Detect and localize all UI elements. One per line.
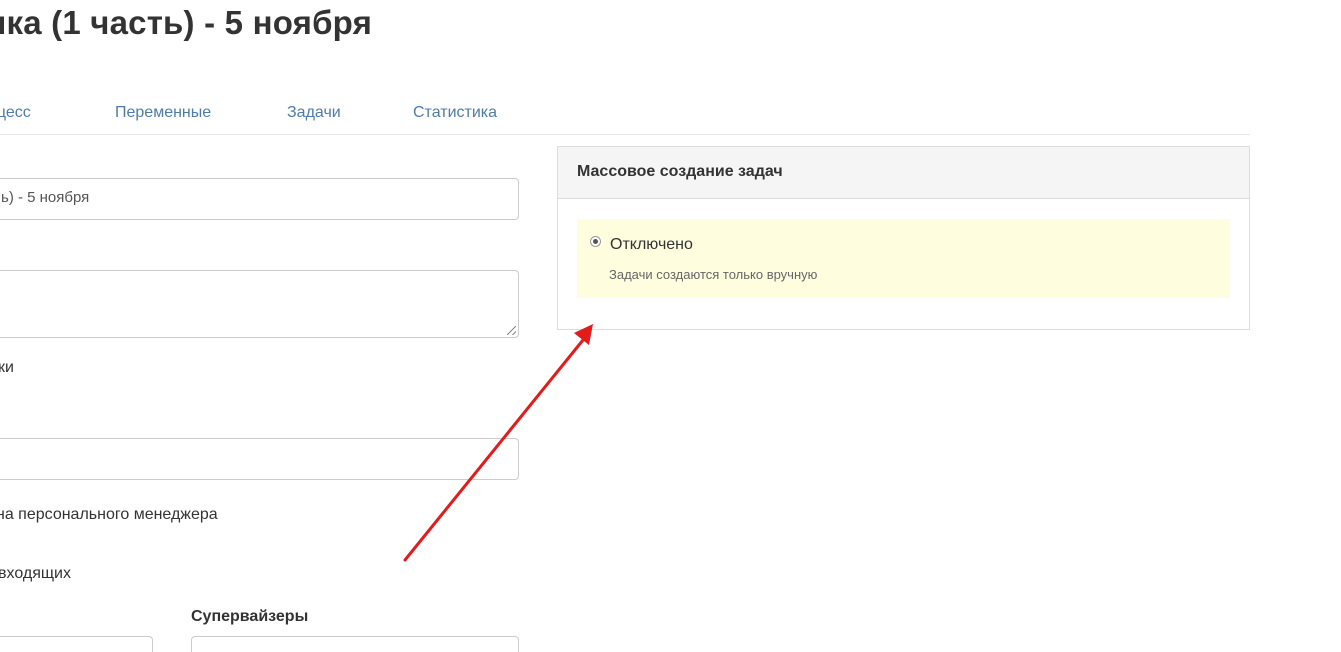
supervisors-label: Супервайзеры xyxy=(191,608,309,625)
panel-heading: Массовое создание задач xyxy=(558,147,1249,199)
resize-handle-icon[interactable] xyxy=(507,326,516,335)
option-hint: Задачи создаются только вручную xyxy=(609,267,818,282)
option-disabled[interactable]: Отключено Задачи создаются только вручну… xyxy=(577,219,1230,298)
tab-process[interactable]: оцесс xyxy=(0,104,31,122)
mass-task-creation-panel: Массовое создание задач Отключено Задачи… xyxy=(557,146,1250,330)
option-label[interactable]: Отключено xyxy=(610,236,693,254)
text-input[interactable] xyxy=(0,438,519,480)
page: ика (1 часть) - 5 ноября оцесс Переменны… xyxy=(0,0,1341,652)
personal-manager-label: на персонального менеджера xyxy=(0,506,218,523)
tab-variables[interactable]: Переменные xyxy=(115,104,211,122)
field-label-partial-1: ки xyxy=(0,359,14,376)
tab-statistics[interactable]: Статистика xyxy=(413,104,497,122)
description-textarea[interactable] xyxy=(0,270,519,338)
supervisors-input[interactable] xyxy=(191,636,519,652)
page-title: ика (1 часть) - 5 ноября xyxy=(0,4,373,41)
tab-tasks[interactable]: Задачи xyxy=(287,104,341,122)
name-input[interactable]: ь) - 5 ноября xyxy=(0,178,519,220)
select-input[interactable] xyxy=(0,636,153,652)
tab-bar: оцесс Переменные Задачи Статистика xyxy=(0,96,1250,135)
radio-disabled[interactable] xyxy=(590,236,601,247)
incoming-label: входящих xyxy=(0,565,71,582)
